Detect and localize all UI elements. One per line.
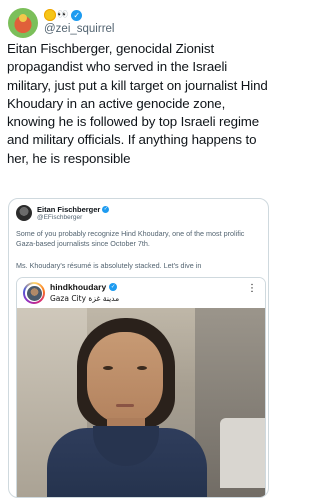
- author-meta: 👀 ✓ @zei_squirrel: [44, 8, 114, 35]
- avatar: [26, 285, 42, 301]
- quoted-author-meta: Eitan Fischberger ✓ @EFischberger: [37, 205, 110, 221]
- photo-background-car: [220, 418, 265, 488]
- quoted-author-handle: @EFischberger: [37, 214, 83, 221]
- sun-emoji-icon: [44, 9, 56, 21]
- quoted-author-name: Eitan Fischberger: [37, 205, 101, 214]
- embedded-post-username: hindkhoudary: [50, 282, 107, 292]
- author-handle[interactable]: @zei_squirrel: [44, 23, 114, 35]
- quoted-author-avatar: [16, 205, 32, 221]
- embedded-post-header: hindkhoudary ✓ Gaza City مدينة غزة ⋮: [17, 278, 265, 308]
- verified-badge-icon: ✓: [109, 283, 118, 291]
- author-avatar[interactable]: [8, 8, 38, 38]
- quoted-tweet[interactable]: Eitan Fischberger ✓ @EFischberger Some o…: [8, 198, 269, 498]
- instagram-avatar: [23, 282, 45, 304]
- tweet-header: 👀 ✓ @zei_squirrel: [8, 8, 268, 38]
- quoted-tweet-text: Ms. Khoudary's résumé is absolutely stac…: [16, 261, 202, 270]
- photo-subject-eye: [137, 366, 147, 370]
- quoted-tweet-text: Some of you probably recognize Hind Khou…: [16, 229, 245, 248]
- tweet-text: Eitan Fischberger, genocidal Zionist pro…: [7, 41, 268, 166]
- photo-subject-face: [87, 332, 163, 424]
- quoted-author-name-row: Eitan Fischberger ✓: [37, 205, 110, 214]
- avatar-ring-inner: [25, 284, 43, 302]
- embedded-post-user: hindkhoudary ✓: [50, 282, 118, 292]
- embedded-post-location: Gaza City مدينة غزة: [50, 294, 120, 303]
- verified-badge-icon: ✓: [71, 9, 83, 21]
- embedded-instagram-post[interactable]: hindkhoudary ✓ Gaza City مدينة غزة ⋮: [16, 277, 266, 497]
- photo-subject-eye: [103, 366, 113, 370]
- photo-subject-mouth: [116, 404, 134, 407]
- quoted-tweet-header: Eitan Fischberger ✓ @EFischberger: [16, 205, 110, 221]
- more-vertical-icon[interactable]: ⋮: [247, 284, 257, 294]
- display-name-emojis: 👀 ✓: [44, 8, 114, 22]
- verified-badge-icon: ✓: [102, 206, 110, 213]
- eyes-emoji-icon: 👀: [57, 10, 69, 20]
- embedded-post-photo: [17, 308, 265, 497]
